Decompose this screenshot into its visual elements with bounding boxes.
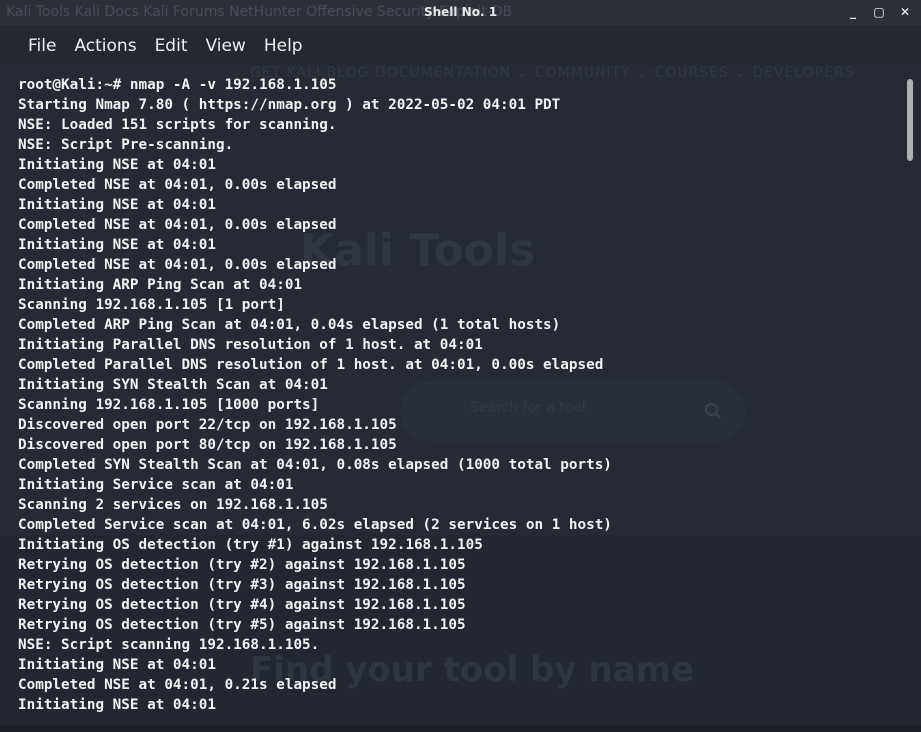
terminal-output-line: Starting Nmap 7.80 ( https://nmap.org ) …	[18, 97, 561, 113]
terminal-output-line: Initiating OS detection (try #1) against…	[18, 537, 483, 553]
window-controls: _ ▢ ✕	[845, 4, 913, 20]
menu-bar: File Actions Edit View Help	[0, 27, 921, 65]
terminal-output-line: NSE: Script Pre-scanning.	[18, 137, 234, 153]
terminal-output-line: Completed Service scan at 04:01, 6.02s e…	[18, 517, 612, 533]
maximize-button[interactable]: ▢	[871, 4, 887, 20]
terminal-output-line: Completed NSE at 04:01, 0.00s elapsed	[18, 257, 337, 273]
terminal-output-line: Scanning 2 services on 192.168.1.105	[18, 497, 328, 513]
terminal-prompt-line: root@Kali:~# nmap -A -v 192.168.1.105	[18, 77, 337, 93]
terminal-output-line: Retrying OS detection (try #5) against 1…	[18, 617, 466, 633]
terminal-output-line: Completed NSE at 04:01, 0.00s elapsed	[18, 177, 337, 193]
terminal-output-line: Scanning 192.168.1.105 [1 port]	[18, 297, 285, 313]
window-bottom-border	[0, 725, 921, 732]
menu-actions[interactable]: Actions	[66, 32, 144, 60]
terminal-output-line: Completed NSE at 04:01, 0.00s elapsed	[18, 217, 337, 233]
window-titlebar[interactable]: Kali Tools Kali Docs Kali Forums NetHunt…	[0, 0, 921, 27]
terminal-scrollbar[interactable]	[907, 79, 913, 161]
terminal-output: root@Kali:~# nmap -A -v 192.168.1.105 Sta…	[18, 75, 897, 715]
menu-file[interactable]: File	[20, 32, 64, 60]
terminal-output-line: Completed SYN Stealth Scan at 04:01, 0.0…	[18, 457, 612, 473]
terminal-output-line: Initiating SYN Stealth Scan at 04:01	[18, 377, 328, 393]
terminal-output-line: Initiating ARP Ping Scan at 04:01	[18, 277, 303, 293]
terminal-output-line: Initiating Service scan at 04:01	[18, 477, 294, 493]
terminal-output-line: Completed NSE at 04:01, 0.21s elapsed	[18, 677, 337, 693]
menu-help[interactable]: Help	[256, 32, 311, 60]
close-button[interactable]: ✕	[897, 4, 913, 20]
terminal-output-line: Initiating NSE at 04:01	[18, 697, 216, 713]
terminal-output-line: Scanning 192.168.1.105 [1000 ports]	[18, 397, 320, 413]
terminal-output-line: Initiating NSE at 04:01	[18, 237, 216, 253]
terminal-area[interactable]: GET KALI BLOG DOCUMENTATION ⌄ COMMUNITY …	[0, 65, 921, 725]
terminal-output-line: Initiating Parallel DNS resolution of 1 …	[18, 337, 483, 353]
terminal-output-line: Initiating NSE at 04:01	[18, 657, 216, 673]
window-title: Shell No. 1	[423, 5, 498, 19]
terminal-output-line: Retrying OS detection (try #2) against 1…	[18, 557, 466, 573]
terminal-output-line: Discovered open port 22/tcp on 192.168.1…	[18, 417, 397, 433]
menu-edit[interactable]: Edit	[147, 32, 196, 60]
terminal-output-line: Completed ARP Ping Scan at 04:01, 0.04s …	[18, 317, 561, 333]
terminal-output-line: Initiating NSE at 04:01	[18, 197, 216, 213]
minimize-button[interactable]: _	[845, 4, 861, 20]
terminal-output-line: NSE: Loaded 151 scripts for scanning.	[18, 117, 337, 133]
menu-view[interactable]: View	[197, 32, 253, 60]
terminal-output-line: Retrying OS detection (try #3) against 1…	[18, 577, 466, 593]
terminal-output-line: Discovered open port 80/tcp on 192.168.1…	[18, 437, 397, 453]
terminal-output-line: NSE: Script scanning 192.168.1.105.	[18, 637, 320, 653]
terminal-output-line: Retrying OS detection (try #4) against 1…	[18, 597, 466, 613]
terminal-output-line: Completed Parallel DNS resolution of 1 h…	[18, 357, 604, 373]
terminal-output-line: Initiating NSE at 04:01	[18, 157, 216, 173]
